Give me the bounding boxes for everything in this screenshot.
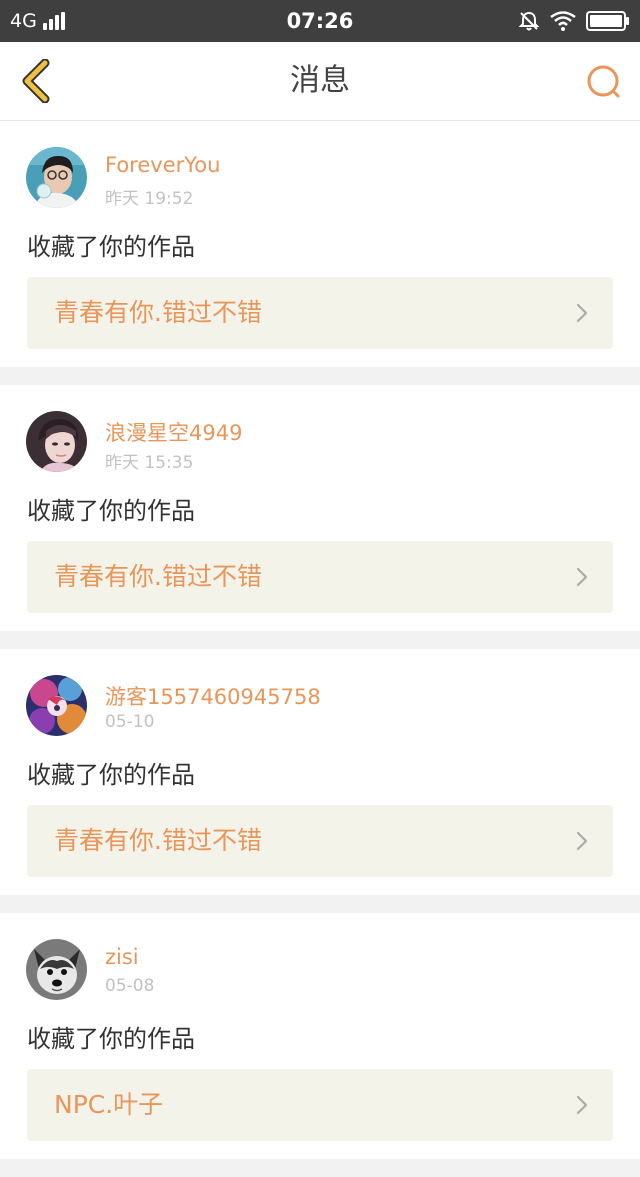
message-card: zisi 05-08 收藏了你的作品 NPC.叶子 (0, 913, 640, 1159)
work-link[interactable]: 青春有你.错过不错 (27, 805, 613, 877)
user-name[interactable]: 游客1557460945758 (105, 681, 321, 711)
message-time: 昨天 19:52 (105, 189, 194, 209)
work-title: 青春有你.错过不错 (54, 298, 262, 327)
message-card: 浪漫星空4949 昨天 15:35 收藏了你的作品 青春有你.错过不错 (0, 385, 640, 631)
action-text: 收藏了你的作品 (27, 1025, 195, 1053)
message-list: ForeverYou 昨天 19:52 收藏了你的作品 青春有你.错过不错 浪漫… (0, 121, 640, 1177)
nav-bar: 消息 (0, 42, 640, 121)
user-name[interactable]: ForeverYou (105, 153, 220, 177)
message-time: 昨天 15:35 (105, 453, 194, 473)
action-text: 收藏了你的作品 (27, 497, 195, 525)
avatar[interactable] (26, 675, 87, 736)
chevron-right-icon (576, 567, 588, 587)
message-card: 游客1557460945758 05-10 收藏了你的作品 青春有你.错过不错 (0, 649, 640, 895)
work-link[interactable]: NPC.叶子 (27, 1069, 613, 1141)
work-link[interactable]: 青春有你.错过不错 (27, 277, 613, 349)
wifi-icon (550, 11, 576, 31)
action-text: 收藏了你的作品 (27, 761, 195, 789)
user-name[interactable]: zisi (105, 945, 139, 969)
chevron-right-icon (576, 303, 588, 323)
search-icon (587, 65, 620, 98)
bell-muted-icon (518, 10, 540, 32)
message-time: 05-10 (105, 712, 155, 732)
chevron-right-icon (576, 831, 588, 851)
status-icons (508, 0, 630, 42)
status-bar: 4G 07:26 (0, 0, 640, 42)
action-text: 收藏了你的作品 (27, 233, 195, 261)
work-title: 青春有你.错过不错 (54, 826, 262, 855)
page-title: 消息 (290, 63, 350, 98)
message-time: 05-08 (105, 976, 155, 996)
search-button[interactable] (582, 60, 626, 104)
work-title: 青春有你.错过不错 (54, 562, 262, 591)
message-card: ForeverYou 昨天 19:52 收藏了你的作品 青春有你.错过不错 (0, 121, 640, 367)
work-title: NPC.叶子 (54, 1090, 164, 1119)
user-name[interactable]: 浪漫星空4949 (105, 417, 242, 447)
avatar[interactable] (26, 411, 87, 472)
work-link[interactable]: 青春有你.错过不错 (27, 541, 613, 613)
battery-icon (586, 11, 630, 31)
chevron-right-icon (576, 1095, 588, 1115)
avatar[interactable] (26, 147, 87, 208)
avatar[interactable] (26, 939, 87, 1000)
